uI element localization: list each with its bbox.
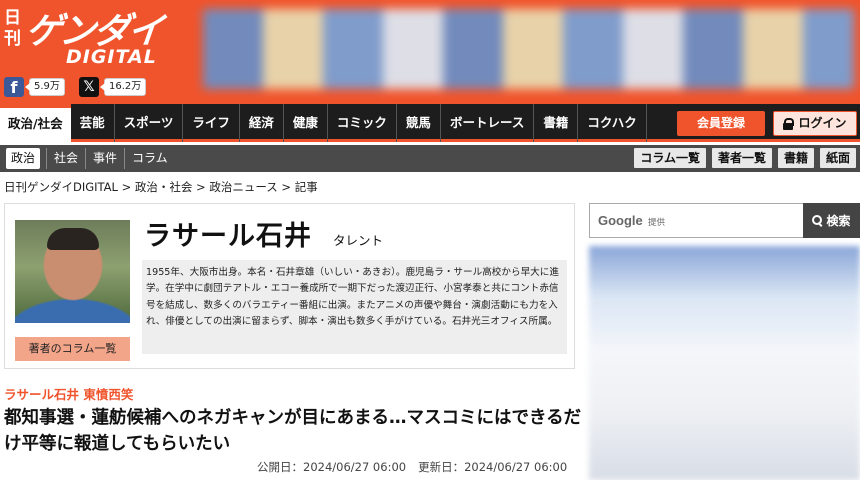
sidebar-ad[interactable] bbox=[589, 246, 860, 480]
search-input[interactable]: Google 提供 bbox=[589, 203, 803, 238]
login-label: ログイン bbox=[798, 116, 847, 130]
facebook-icon[interactable]: f bbox=[4, 77, 24, 97]
nav-item-comic[interactable]: コミック bbox=[328, 104, 397, 142]
logo-small-text: 日刊 bbox=[4, 8, 21, 49]
article-series-kicker[interactable]: ラサール石井 東憤西笑 bbox=[4, 384, 133, 403]
published-date: 公開日：2024/06/27 06:00 bbox=[257, 460, 407, 474]
author-photo bbox=[15, 220, 130, 323]
nav-item-entertainment[interactable]: 芸能 bbox=[71, 104, 115, 142]
search-button-label: 検索 bbox=[826, 214, 851, 228]
paper-button[interactable]: 紙面 bbox=[819, 148, 856, 168]
sub-nav: 政治 社会 事件 コラム コラム一覧 著者一覧 書籍 紙面 bbox=[0, 145, 860, 172]
column-list-button[interactable]: コラム一覧 bbox=[634, 148, 706, 168]
logo-digital-text: DIGITAL bbox=[66, 46, 157, 68]
author-list-button[interactable]: 著者一覧 bbox=[711, 148, 772, 168]
member-register-button[interactable]: 会員登録 bbox=[677, 111, 765, 136]
facebook-count: 5.9万 bbox=[25, 78, 65, 96]
main-nav: 政治/社会 芸能 スポーツ ライフ 経済 健康 コミック 競馬 ボートレース 書… bbox=[0, 104, 860, 142]
nav-item-horse-racing[interactable]: 競馬 bbox=[397, 104, 441, 142]
updated-date: 更新日：2024/06/27 06:00 bbox=[418, 460, 568, 474]
login-button[interactable]: ログイン bbox=[773, 111, 857, 136]
author-column-list-button[interactable]: 著者のコラム一覧 bbox=[15, 337, 130, 361]
google-provided-label: 提供 bbox=[648, 218, 666, 228]
subnav-item-incidents[interactable]: 事件 bbox=[85, 148, 124, 169]
site-header: 日刊 ゲンダイ DIGITAL f 5.9万 𝕏 16.2万 bbox=[0, 0, 860, 104]
author-name: ラサール石井 bbox=[144, 221, 312, 252]
books-button[interactable]: 書籍 bbox=[777, 148, 814, 168]
author-bio: 1955年、大阪市出身。本名・石井章雄（いしい・あきお）。鹿児島ラ・サール高校か… bbox=[142, 260, 567, 354]
site-search: Google 提供 検索 bbox=[589, 203, 860, 238]
header-ad-banner[interactable] bbox=[203, 9, 854, 89]
search-icon bbox=[812, 215, 823, 226]
breadcrumb[interactable]: 日刊ゲンダイDIGITAL > 政治・社会 > 政治ニュース > 記事 bbox=[4, 179, 318, 195]
article-dates: 公開日：2024/06/27 06:00 更新日：2024/06/27 06:00 bbox=[257, 459, 567, 475]
lock-icon bbox=[783, 117, 795, 130]
subnav-item-column[interactable]: コラム bbox=[124, 148, 175, 169]
author-profile: 著者のコラム一覧 ラサール石井 タレント 1955年、大阪市出身。本名・石井章雄… bbox=[4, 203, 575, 369]
nav-item-politics[interactable]: 政治/社会 bbox=[0, 104, 71, 142]
search-button[interactable]: 検索 bbox=[803, 203, 860, 238]
author-role: タレント bbox=[333, 233, 384, 248]
nav-item-economy[interactable]: 経済 bbox=[240, 104, 284, 142]
subnav-item-politics[interactable]: 政治 bbox=[6, 148, 41, 169]
x-icon[interactable]: 𝕏 bbox=[79, 77, 99, 97]
nav-item-books[interactable]: 書籍 bbox=[534, 104, 579, 142]
nav-item-boat-race[interactable]: ボートレース bbox=[441, 104, 535, 142]
nav-item-kokuhaku[interactable]: コクハク bbox=[578, 104, 647, 142]
subnav-item-society[interactable]: 社会 bbox=[46, 148, 85, 169]
site-logo[interactable]: 日刊 ゲンダイ DIGITAL bbox=[4, 6, 169, 68]
nav-item-life[interactable]: ライフ bbox=[183, 104, 240, 142]
nav-item-health[interactable]: 健康 bbox=[284, 104, 328, 142]
nav-item-sports[interactable]: スポーツ bbox=[115, 104, 184, 142]
facebook-share[interactable]: f 5.9万 bbox=[4, 76, 65, 98]
x-count: 16.2万 bbox=[99, 78, 147, 96]
x-share[interactable]: 𝕏 16.2万 bbox=[79, 76, 147, 98]
google-logo: Google bbox=[598, 213, 643, 228]
article-headline: 都知事選・蓮舫候補へのネガキャンが目にあまる…マスコミにはできるだけ平等に報道し… bbox=[4, 408, 582, 454]
